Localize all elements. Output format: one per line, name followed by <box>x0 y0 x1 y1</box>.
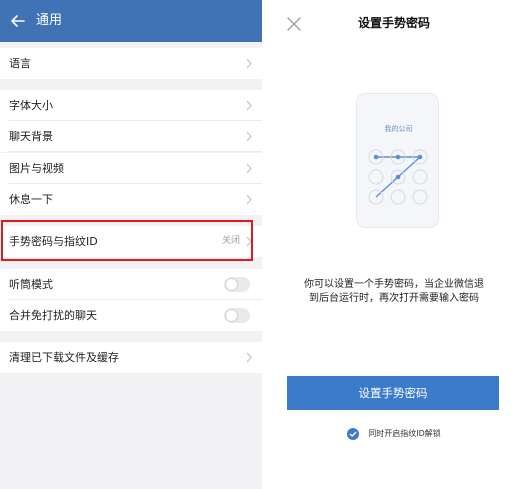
description-line: 你可以设置一个手势密码，当企业微信退 <box>304 279 484 290</box>
chevron-right-icon <box>246 194 252 205</box>
general-settings-screen: 通用 语言 字体大小 聊天背景 图片与视频 休息一下 手势密码与指纹ID 关闭 … <box>0 0 262 489</box>
settings-item-clear-cache[interactable]: 清理已下载文件及缓存 <box>0 342 262 373</box>
gesture-pattern-icon <box>368 149 428 205</box>
page-title: 通用 <box>36 13 63 28</box>
toggle-knob <box>225 278 238 291</box>
dialog-title: 设置手势密码 <box>357 16 430 30</box>
description-text: 你可以设置一个手势密码，当企业微信退 到后台运行时，再次打开需要输入密码 <box>273 278 515 306</box>
settings-item-label: 听筒模式 <box>9 278 53 291</box>
settings-item-merge-muted-chats: 合并免打扰的聊天 <box>0 300 262 331</box>
settings-item-label: 字体大小 <box>9 99 53 112</box>
settings-item-label: 图片与视频 <box>9 162 64 175</box>
set-gesture-password-screen: 设置手势密码 我的公司 你可以设置一个手势密码，当企业微信退 到后台运行时，再次… <box>263 0 525 489</box>
settings-item-label: 合并免打扰的聊天 <box>9 309 97 322</box>
toggle-knob <box>225 309 238 322</box>
earpiece-mode-toggle[interactable] <box>224 277 250 292</box>
app-bar: 通用 <box>0 0 262 42</box>
chevron-right-icon <box>246 131 252 142</box>
fingerprint-unlock-option[interactable]: 同时开启指纹ID解锁 <box>263 423 525 440</box>
settings-item-language[interactable]: 语言 <box>0 48 262 79</box>
settings-item-font-size[interactable]: 字体大小 <box>0 90 262 121</box>
settings-item-take-a-break[interactable]: 休息一下 <box>0 184 262 215</box>
merge-muted-chats-toggle[interactable] <box>224 308 250 323</box>
chevron-right-icon <box>246 58 252 69</box>
fingerprint-unlock-label: 同时开启指纹ID解锁 <box>368 428 441 438</box>
settings-item-label: 清理已下载文件及缓存 <box>9 351 119 364</box>
back-arrow-icon[interactable] <box>9 12 27 30</box>
chevron-right-icon <box>246 163 252 174</box>
settings-item-label: 聊天背景 <box>9 130 53 143</box>
settings-item-label: 语言 <box>9 57 31 70</box>
highlight-box <box>1 220 253 261</box>
chevron-right-icon <box>246 100 252 111</box>
phone-illustration: 我的公司 <box>356 93 439 228</box>
settings-item-images-videos[interactable]: 图片与视频 <box>0 153 262 184</box>
description-line: 到后台运行时，再次打开需要输入密码 <box>309 293 479 304</box>
settings-item-earpiece-mode: 听筒模式 <box>0 269 262 300</box>
divider <box>9 151 262 152</box>
settings-item-chat-background[interactable]: 聊天背景 <box>0 121 262 152</box>
checkmark-circle-icon[interactable] <box>347 427 360 440</box>
set-gesture-password-button[interactable]: 设置手势密码 <box>287 376 499 410</box>
chevron-right-icon <box>246 352 252 363</box>
illustration-company-label: 我的公司 <box>384 125 413 133</box>
settings-item-label: 休息一下 <box>9 193 53 206</box>
